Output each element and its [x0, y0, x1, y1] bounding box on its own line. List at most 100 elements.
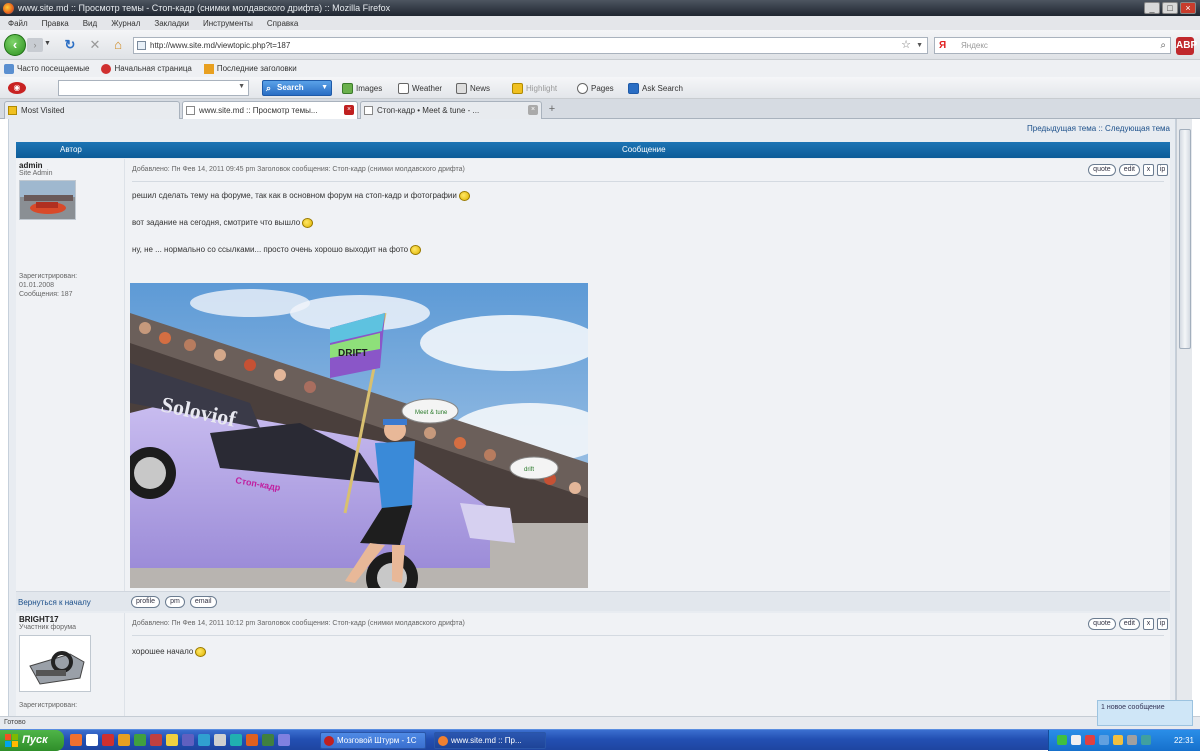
quicklaunch-firefox-icon[interactable]	[118, 734, 130, 746]
taskbar-clock: 22:31	[1173, 736, 1194, 745]
delete-button[interactable]: x	[1143, 164, 1154, 176]
search-input[interactable]: Я Яндекс ⌕	[934, 37, 1171, 54]
history-dropdown-icon[interactable]: ▼	[44, 40, 54, 50]
quicklaunch-media-icon[interactable]	[150, 734, 162, 746]
quicklaunch-app-icon[interactable]	[134, 734, 146, 746]
url-dropdown-icon[interactable]: ▼	[916, 38, 923, 53]
forward-button[interactable]: ›	[27, 38, 43, 52]
toolbar-logo-icon[interactable]: ◉	[8, 82, 26, 94]
notification-text: 1 новое сообщение	[1101, 704, 1165, 711]
bookmark-start-page[interactable]: Начальная страница	[101, 63, 192, 74]
minimize-button[interactable]: _	[1144, 2, 1160, 14]
quicklaunch-desktop-icon[interactable]	[86, 734, 98, 746]
toolbar-dropdown-icon[interactable]: ▼	[238, 83, 245, 90]
toolbar-search-button[interactable]: ⌕ Search ▼	[262, 80, 332, 96]
bookmark-latest-headlines[interactable]: Последние заголовки	[203, 63, 297, 74]
toolbar-ask-search[interactable]: Ask Search	[628, 81, 683, 95]
post-author-info: Зарегистрирован:	[19, 702, 78, 709]
quicklaunch-explorer-icon[interactable]	[214, 734, 226, 746]
toolbar-search-input[interactable]: ▼	[58, 80, 249, 96]
maximize-button[interactable]: □	[1162, 2, 1178, 14]
toolbar-weather[interactable]: Weather	[398, 81, 442, 95]
taskbar-window-firefox[interactable]: www.site.md :: Пр...	[434, 732, 546, 749]
yandex-logo-icon: Я	[939, 40, 947, 51]
status-bar: Готово	[0, 716, 1200, 729]
rss-icon	[203, 63, 214, 74]
edit-button[interactable]: edit	[1118, 164, 1140, 176]
tray-sync-icon[interactable]	[1141, 735, 1151, 745]
post-author-info: Зарегистрирован: 01.01.2008 Сообщения: 1…	[19, 273, 78, 298]
delete-button[interactable]: x	[1143, 618, 1154, 630]
tray-antivirus-icon[interactable]	[1085, 735, 1095, 745]
home-icon[interactable]: ⌂	[110, 37, 126, 53]
search-icon[interactable]: ⌕	[1160, 38, 1166, 53]
post-actions: quote edit x ip	[1088, 618, 1168, 630]
toolbar-pages[interactable]: Pages	[577, 81, 614, 95]
search-icon: ⌕	[266, 83, 272, 93]
notification-popup[interactable]: 1 новое сообщение	[1097, 700, 1193, 726]
tray-language-icon[interactable]	[1099, 735, 1109, 745]
back-to-top-link[interactable]: Вернуться к началу	[18, 598, 91, 607]
menu-file[interactable]: Файл	[8, 19, 28, 28]
taskbar-window-1c[interactable]: Мозговой Штурм - 1С	[320, 732, 426, 749]
pm-button[interactable]: pm	[165, 596, 185, 608]
quote-button[interactable]: quote	[1088, 164, 1116, 176]
toolbar-news[interactable]: News	[456, 81, 490, 95]
ip-button[interactable]: ip	[1157, 618, 1168, 630]
quicklaunch-folder-icon[interactable]	[166, 734, 178, 746]
reload-icon[interactable]: ↻	[62, 37, 78, 53]
tab-most-visited[interactable]: Most Visited	[4, 101, 180, 119]
page-scrollbar[interactable]	[1176, 119, 1192, 716]
tab-forum-topic[interactable]: www.site.md :: Просмотр темы... ×	[182, 101, 358, 119]
start-button[interactable]: Пуск	[0, 730, 64, 751]
post-author-name[interactable]: admin	[19, 161, 43, 170]
menu-bookmarks[interactable]: Закладки	[154, 19, 189, 28]
smiley-icon	[302, 218, 314, 228]
profile-button[interactable]: profile	[131, 596, 161, 608]
quicklaunch-opera-icon[interactable]	[102, 734, 114, 746]
tray-alert-icon[interactable]	[1113, 735, 1123, 745]
toolbar-highlight[interactable]: Highlight	[512, 81, 557, 95]
tray-device-icon[interactable]	[1127, 735, 1137, 745]
quicklaunch-calc-icon[interactable]	[278, 734, 290, 746]
tray-volume-icon[interactable]	[1071, 735, 1081, 745]
post-footer: Вернуться к началу profile pm email	[16, 591, 1170, 611]
toolbar-images[interactable]: Images	[342, 81, 382, 95]
quicklaunch-utility-icon[interactable]	[262, 734, 274, 746]
tray-network-icon[interactable]	[1057, 735, 1067, 745]
taskbar-window-label: www.site.md :: Пр...	[451, 736, 522, 745]
scrollbar-thumb[interactable]	[1179, 129, 1191, 349]
bookmark-most-visited[interactable]: Часто посещаемые	[4, 63, 89, 74]
stop-icon[interactable]: ✕	[87, 37, 103, 53]
quicklaunch-messenger-icon[interactable]	[230, 734, 242, 746]
menu-help[interactable]: Справка	[267, 19, 298, 28]
menu-view[interactable]: Вид	[83, 19, 97, 28]
tab-meet-tune[interactable]: Стоп-кадр • Meet & tune - ... ×	[360, 101, 542, 119]
adblock-icon[interactable]: ABP	[1176, 37, 1197, 55]
search-toolbar: ◉ ▼ ⌕ Search ▼ Images Weather News Highl…	[0, 77, 1200, 99]
back-button[interactable]: ‹	[4, 34, 26, 56]
bookmark-star-icon[interactable]: ☆	[901, 38, 911, 53]
address-bar[interactable]: http://www.site.md/viewtopic.php?t=187 ☆…	[133, 37, 928, 54]
edit-button[interactable]: edit	[1118, 618, 1140, 630]
bookmarks-toolbar: Часто посещаемые Начальная страница Посл…	[0, 60, 1200, 77]
quicklaunch-browser-icon[interactable]	[70, 734, 82, 746]
new-tab-button[interactable]: +	[544, 101, 560, 118]
menu-edit[interactable]: Правка	[42, 19, 69, 28]
quicklaunch-tool-icon[interactable]	[182, 734, 194, 746]
topic-navigation[interactable]: Предыдущая тема :: Следующая тема	[1027, 124, 1170, 133]
quicklaunch-player-icon[interactable]	[246, 734, 258, 746]
menu-tools[interactable]: Инструменты	[203, 19, 253, 28]
search-button-label: Search	[277, 83, 304, 92]
close-tab-icon[interactable]: ×	[528, 105, 538, 115]
news-icon	[456, 82, 467, 94]
quote-button[interactable]: quote	[1088, 618, 1116, 630]
menu-history[interactable]: Журнал	[111, 19, 140, 28]
close-window-button[interactable]: ×	[1180, 2, 1196, 14]
post-photo[interactable]: Soloviof Стоп-кадр DRIFT Meet & tune dri…	[130, 283, 588, 588]
ip-button[interactable]: ip	[1157, 164, 1168, 176]
post-author-name[interactable]: BRIGHT17	[19, 615, 59, 624]
quicklaunch-ie-icon[interactable]	[198, 734, 210, 746]
close-tab-icon[interactable]: ×	[344, 105, 354, 115]
email-button[interactable]: email	[189, 596, 217, 608]
